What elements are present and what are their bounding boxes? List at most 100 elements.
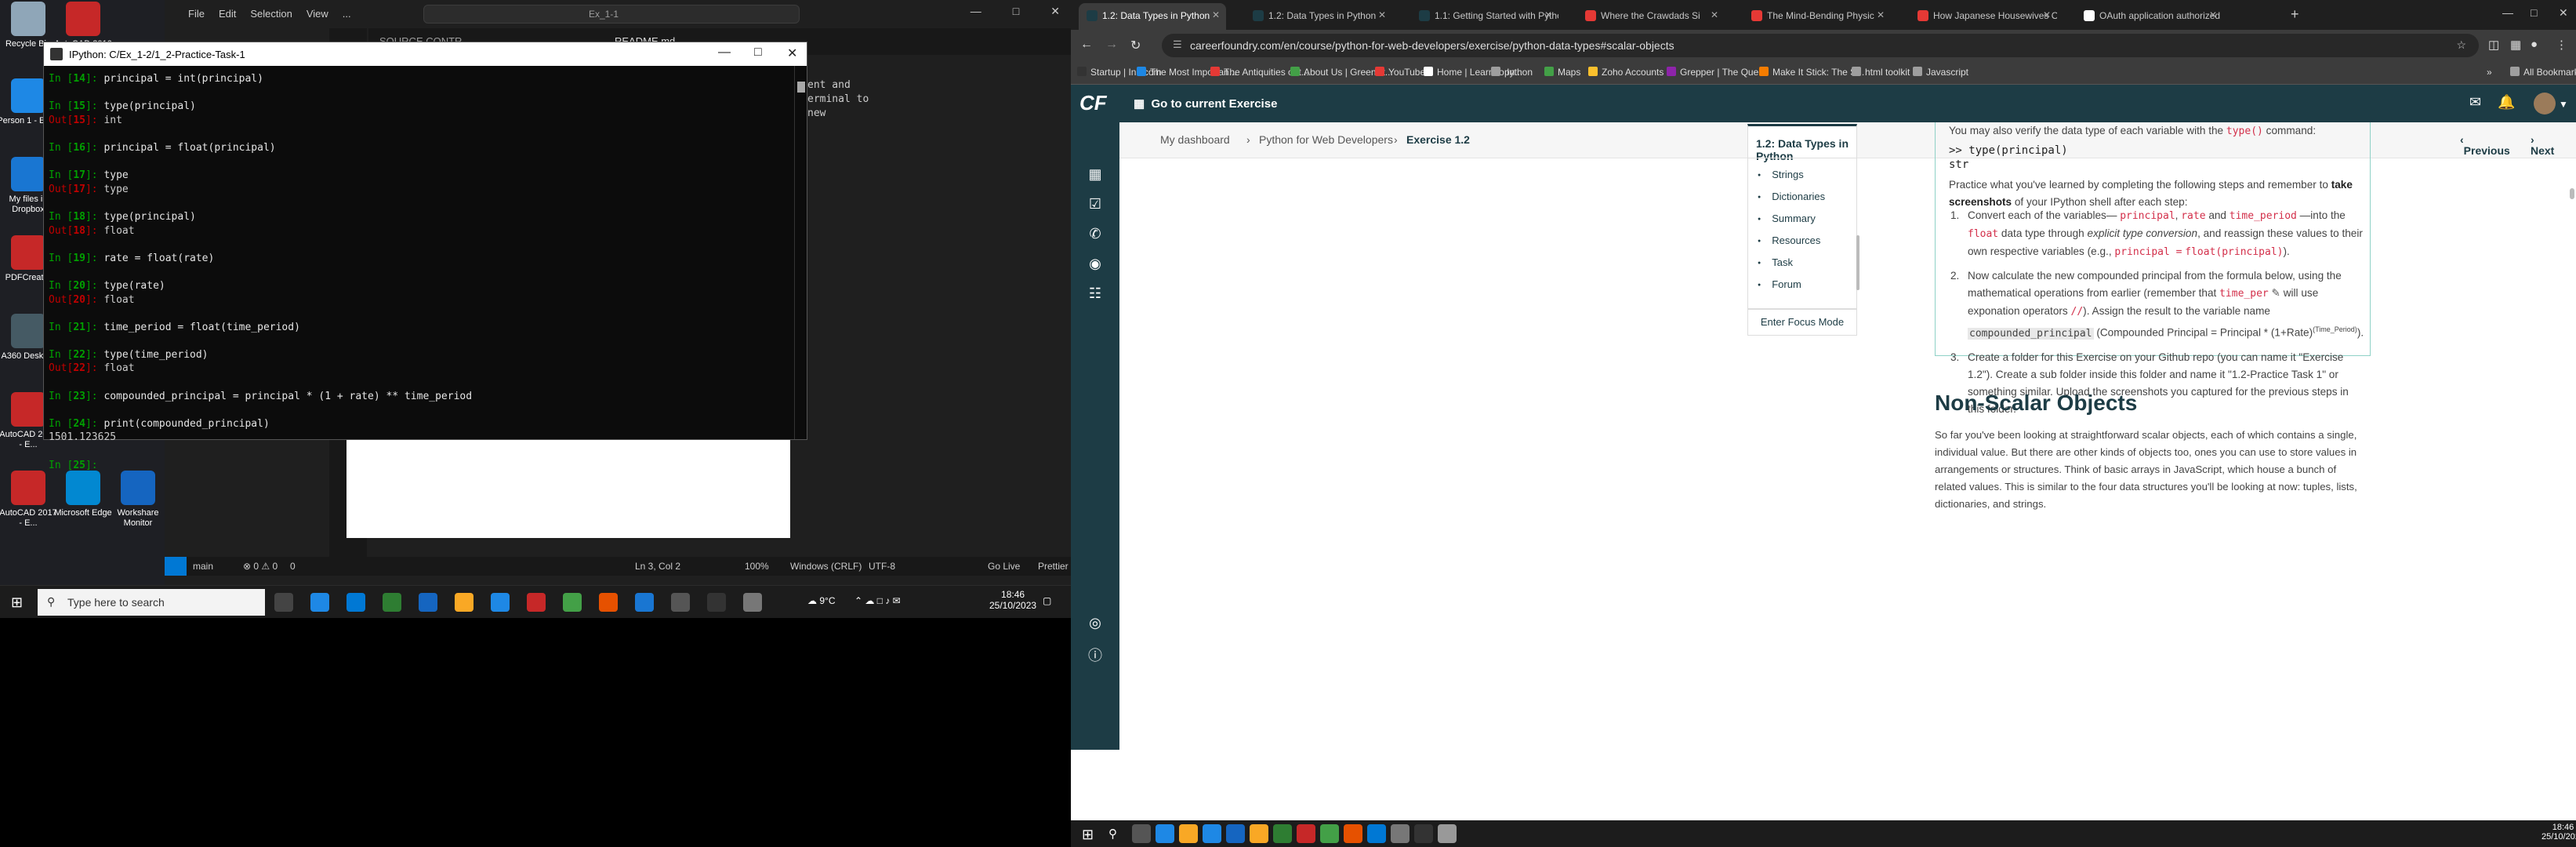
close-tab-icon[interactable]: ✕ <box>1544 9 1552 20</box>
profile-icon[interactable]: ● <box>2531 38 2538 51</box>
toc-scrollbar[interactable] <box>1856 235 1859 290</box>
messages-icon[interactable]: ✉ <box>2469 94 2481 111</box>
weather[interactable]: ☁ 9°C <box>807 595 835 606</box>
status-eol[interactable]: Windows (CRLF) <box>790 561 862 572</box>
chrome-menu-icon[interactable]: ⋮ <box>2556 38 2567 52</box>
taskbar-app-icon[interactable] <box>1320 824 1339 843</box>
taskbar-app-icon[interactable] <box>1156 824 1174 843</box>
notification-icon[interactable]: ▢ <box>1043 595 1051 606</box>
desktop-icon[interactable]: Workshare Monitor <box>107 471 169 529</box>
community-icon[interactable]: ◉ <box>1071 256 1119 272</box>
taskbar-app-icon[interactable] <box>1203 824 1221 843</box>
menu-view[interactable]: View <box>307 8 328 20</box>
taskbar-app-icon[interactable] <box>383 593 401 612</box>
menu-more[interactable]: ... <box>343 8 351 20</box>
taskbar-app-icon[interactable] <box>310 593 329 612</box>
taskbar-app-icon[interactable] <box>1132 824 1151 843</box>
ipython-console[interactable]: In [14]: principal = int(principal) In [1… <box>44 66 795 471</box>
site-info-icon[interactable]: ☰ <box>1173 38 1182 51</box>
status-golive[interactable]: Go Live <box>988 561 1020 572</box>
browser-tab[interactable]: Where the Crawdads Si ✕ <box>1577 3 1725 30</box>
chevron-down-icon[interactable]: ▼ <box>2559 99 2568 110</box>
remote-indicator[interactable] <box>165 557 187 576</box>
windows-start-icon[interactable]: ⊞ <box>1082 827 1094 843</box>
taskbar-app-icon[interactable] <box>1367 824 1386 843</box>
taskbar-app-icon[interactable] <box>1344 824 1362 843</box>
taskbar-app-icon[interactable] <box>1391 824 1410 843</box>
maximize-button[interactable]: □ <box>2531 6 2537 19</box>
minimize-button[interactable]: — <box>971 5 981 18</box>
bookmark-item[interactable]: Javascript <box>1913 67 1968 78</box>
taskbar-app-icon[interactable] <box>563 593 582 612</box>
status-branch[interactable]: main <box>193 561 213 572</box>
status-encoding[interactable]: UTF-8 <box>869 561 895 572</box>
bookmark-item[interactable]: Zoho Accounts <box>1588 67 1664 78</box>
close-tab-icon[interactable]: ✕ <box>1711 9 1718 20</box>
menu-edit[interactable]: Edit <box>219 8 236 20</box>
network-icon[interactable]: ☷ <box>1071 285 1119 302</box>
page-scrollbar-thumb[interactable] <box>2570 188 2574 199</box>
taskbar-app-icon[interactable] <box>1226 824 1245 843</box>
toc-item-summary[interactable]: Summary <box>1758 213 1816 224</box>
goto-current-exercise[interactable]: ▦ Go to current Exercise <box>1134 96 1277 111</box>
taskbar-app-icon[interactable] <box>274 593 293 612</box>
sidepanel-icon[interactable]: ▦ <box>2510 38 2521 52</box>
taskbar-app-icon[interactable] <box>346 593 365 612</box>
bookmark-item[interactable]: YouTube <box>1375 67 1425 78</box>
desktop-icon[interactable]: Microsoft Edge <box>52 471 114 518</box>
desktop-icon[interactable]: AutoCAD 2017 - E... <box>0 471 60 529</box>
bookmark-item[interactable]: python <box>1491 67 1533 78</box>
maximize-button[interactable]: □ <box>1013 5 1019 18</box>
toc-item-strings[interactable]: Strings <box>1758 169 1803 180</box>
crumb-course[interactable]: Python for Web Developers <box>1259 133 1393 146</box>
taskbar-app-icon[interactable] <box>1438 824 1457 843</box>
bookmark-item[interactable]: Make It Stick: The S... <box>1759 67 1864 78</box>
status-zoom[interactable]: 100% <box>745 561 769 572</box>
close-tab-icon[interactable]: ✕ <box>1877 9 1885 20</box>
taskbar-app-icon[interactable] <box>671 593 690 612</box>
all-bookmarks[interactable]: All Bookmarks <box>2510 67 2576 78</box>
status-ports[interactable]: 0 <box>290 561 296 572</box>
bookmark-star-icon[interactable]: ☆ <box>2456 38 2466 52</box>
status-cursor[interactable]: Ln 3, Col 2 <box>635 561 680 572</box>
taskbar-app-icon[interactable] <box>1179 824 1198 843</box>
status-problems[interactable]: ⊗ 0 ⚠ 0 <box>243 561 278 572</box>
close-tab-icon[interactable]: ✕ <box>2209 9 2217 20</box>
checklist-icon[interactable]: ☑ <box>1071 196 1119 213</box>
reload-icon[interactable]: ↻ <box>1130 38 1141 53</box>
taskbar-app-icon[interactable] <box>1414 824 1433 843</box>
next-button[interactable]: Next › <box>2531 133 2554 157</box>
minimize-button[interactable]: — <box>718 45 731 60</box>
close-button[interactable]: ✕ <box>2559 6 2568 20</box>
new-tab-button[interactable]: + <box>2291 6 2299 23</box>
menu-selection[interactable]: Selection <box>250 8 292 20</box>
menu-file[interactable]: File <box>188 8 205 20</box>
taskbar-app-icon[interactable] <box>491 593 510 612</box>
browser-tab[interactable]: OAuth application authorized ✕ <box>2076 3 2223 30</box>
minimize-button[interactable]: — <box>2502 6 2513 19</box>
crumb-dashboard[interactable]: My dashboard <box>1160 133 1230 146</box>
taskbar-app-icon[interactable] <box>1297 824 1315 843</box>
phone-icon[interactable]: ✆ <box>1071 226 1119 242</box>
toc-item-resources[interactable]: Resources <box>1758 234 1820 246</box>
browser-tab[interactable]: 1.2: Data Types in Python ✕ <box>1245 3 1392 30</box>
windows-start-icon[interactable]: ⊞ <box>11 594 23 611</box>
avatar[interactable] <box>2534 93 2556 115</box>
careerfoundry-logo[interactable]: CF <box>1079 85 1111 122</box>
search-icon[interactable]: ⚲ <box>1108 827 1117 841</box>
system-tray-icons[interactable]: ⌃ ☁ □ ♪ ✉ <box>854 595 901 606</box>
pencil-icon[interactable]: ✎ <box>2272 287 2280 299</box>
toc-item-dictionaries[interactable]: Dictionaries <box>1758 191 1825 202</box>
browser-tab[interactable]: 1.1: Getting Started with Pytho ✕ <box>1411 3 1558 30</box>
dashboard-grid-icon[interactable]: ▦ <box>1071 166 1119 183</box>
enter-focus-mode-button[interactable]: Enter Focus Mode <box>1748 316 1856 328</box>
extensions-icon[interactable]: ◫ <box>2488 38 2499 52</box>
taskbar-app-icon[interactable] <box>1250 824 1268 843</box>
taskbar-search-input[interactable]: ⚲ Type here to search <box>38 589 265 616</box>
info-icon[interactable]: ⓘ <box>1071 645 1119 665</box>
taskbar-app-icon[interactable] <box>455 593 473 612</box>
browser-tab[interactable]: The Mind-Bending Physic ✕ <box>1743 3 1891 30</box>
taskbar-app-icon[interactable] <box>707 593 726 612</box>
close-tab-icon[interactable]: ✕ <box>2043 9 2051 20</box>
forward-icon[interactable]: → <box>1105 38 1118 52</box>
